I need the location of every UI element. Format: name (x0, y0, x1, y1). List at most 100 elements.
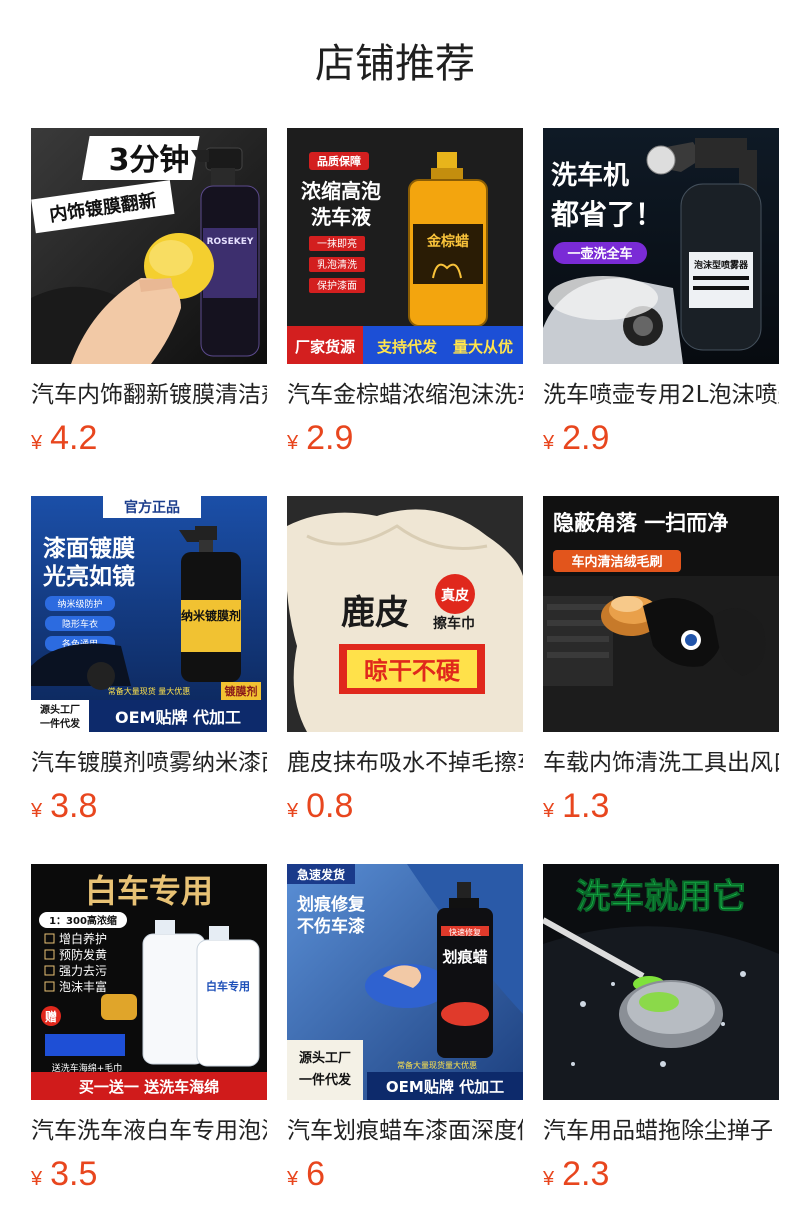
product-name[interactable]: 汽车金棕蜡浓缩泡沫洗车液 (287, 378, 523, 412)
svg-text:强力去污: 强力去污 (59, 964, 107, 978)
currency-symbol: ¥ (287, 800, 299, 822)
product-price: ¥6 (287, 1154, 523, 1194)
currency-symbol: ¥ (31, 432, 43, 454)
product-image[interactable]: 洗车就用它 (543, 864, 779, 1100)
svg-text:隐蔽角落 一扫而净: 隐蔽角落 一扫而净 (553, 511, 728, 535)
svg-text:晾干不硬: 晾干不硬 (364, 657, 461, 685)
product-price: ¥2.9 (287, 418, 523, 458)
page-title: 店铺推荐 (315, 41, 475, 87)
product-image[interactable]: 急速发货 划痕修复 不伤车漆 快速修复 划痕蜡 常备大量现货量大优惠 源头工厂 … (287, 864, 523, 1100)
product-name[interactable]: 鹿皮抹布吸水不掉毛擦车巾 (287, 746, 523, 780)
product-grid: 3分钟 内饰镀膜翻新 ROSEKEY 汽车内饰翻新镀膜清洁剂 ¥4.2 品质保障… (31, 128, 779, 1232)
svg-text:镀膜剂: 镀膜剂 (225, 684, 258, 698)
svg-text:光亮如镜: 光亮如镜 (42, 563, 135, 590)
product-name[interactable]: 汽车镀膜剂喷雾纳米漆面 (31, 746, 267, 780)
svg-text:都省了！: 都省了！ (550, 198, 663, 231)
svg-text:洗车就用它: 洗车就用它 (576, 877, 746, 917)
currency-symbol: ¥ (287, 1168, 299, 1190)
product-card[interactable]: 白车专用 1：300高浓缩 增白养护 预防发黄 强力去污 泡沫丰富 赠 送洗车海… (31, 864, 267, 1232)
price-value: 0.8 (306, 787, 354, 825)
price-value: 6 (306, 1155, 326, 1193)
svg-text:厂家货源: 厂家货源 (295, 338, 355, 356)
svg-text:洗车机: 洗车机 (551, 160, 629, 191)
price-value: 3.5 (50, 1155, 98, 1193)
svg-text:金棕蜡: 金棕蜡 (426, 233, 469, 250)
svg-text:ROSEKEY: ROSEKEY (207, 237, 254, 247)
price-value: 1.3 (562, 787, 610, 825)
product-image[interactable]: 官方正品 漆面镀膜 光亮如镜 纳米级防护 隐形车衣 各色通用 纳米镀膜剂 镀膜剂 (31, 496, 267, 732)
svg-text:真皮: 真皮 (441, 587, 469, 604)
product-name[interactable]: 汽车用品蜡拖除尘掸子 (543, 1114, 779, 1148)
product-card[interactable]: 洗车就用它 汽车用品蜡拖除尘掸子 ¥2.3 (543, 864, 779, 1232)
product-image[interactable]: 品质保障 浓缩高泡 洗车液 一抹即亮 乳泡清洗 保护漆面 金棕蜡 厂家货源 支持… (287, 128, 523, 364)
svg-text:一件代发: 一件代发 (299, 1072, 352, 1088)
svg-text:源头工厂: 源头工厂 (40, 703, 80, 716)
svg-text:车内清洁绒毛刷: 车内清洁绒毛刷 (571, 554, 662, 570)
svg-text:纳米镀膜剂: 纳米镀膜剂 (181, 608, 241, 623)
svg-text:增白养护: 增白养护 (59, 931, 107, 946)
svg-text:划痕修复: 划痕修复 (297, 894, 366, 915)
product-name[interactable]: 车载内饰清洗工具出风口刷 (543, 746, 779, 780)
svg-text:OEM贴牌 代加工: OEM贴牌 代加工 (115, 708, 241, 727)
svg-text:一壶洗全车: 一壶洗全车 (567, 246, 632, 262)
product-price: ¥2.9 (543, 418, 779, 458)
product-price: ¥1.3 (543, 786, 779, 826)
product-card[interactable]: 3分钟 内饰镀膜翻新 ROSEKEY 汽车内饰翻新镀膜清洁剂 ¥4.2 (31, 128, 267, 496)
product-name[interactable]: 汽车内饰翻新镀膜清洁剂 (31, 378, 267, 412)
svg-text:不伤车漆: 不伤车漆 (297, 916, 365, 937)
svg-text:漆面镀膜: 漆面镀膜 (43, 535, 135, 562)
svg-text:预防发黄: 预防发黄 (59, 947, 107, 962)
svg-text:官方正品: 官方正品 (124, 499, 180, 516)
product-image[interactable]: 隐蔽角落 一扫而净 车内清洁绒毛刷 (543, 496, 779, 732)
product-name[interactable]: 汽车划痕蜡车漆面深度修复 (287, 1114, 523, 1148)
svg-text:擦车巾: 擦车巾 (433, 615, 475, 632)
svg-text:品质保障: 品质保障 (317, 154, 361, 168)
price-value: 3.8 (50, 787, 98, 825)
svg-text:急速发货: 急速发货 (297, 867, 345, 882)
product-card[interactable]: 鹿皮 真皮 擦车巾 晾干不硬 鹿皮抹布吸水不掉毛擦车巾 ¥0.8 (287, 496, 523, 864)
svg-text:量大从优: 量大从优 (453, 338, 513, 356)
svg-text:纳米级防护: 纳米级防护 (57, 598, 102, 610)
currency-symbol: ¥ (543, 1168, 555, 1190)
svg-text:源头工厂: 源头工厂 (299, 1050, 351, 1066)
product-image[interactable]: 洗车机 都省了！ 一壶洗全车 泡沫型喷雾器 (543, 128, 779, 364)
product-price: ¥4.2 (31, 418, 267, 458)
product-card[interactable]: 官方正品 漆面镀膜 光亮如镜 纳米级防护 隐形车衣 各色通用 纳米镀膜剂 镀膜剂 (31, 496, 267, 864)
svg-text:赠: 赠 (45, 1009, 57, 1024)
product-card[interactable]: 洗车机 都省了！ 一壶洗全车 泡沫型喷雾器 洗车喷壶专用2L泡沫喷壶 ¥ 2.9 (543, 128, 779, 496)
svg-text:乳泡清洗: 乳泡清洗 (317, 258, 357, 271)
svg-text:泡沫型喷雾器: 泡沫型喷雾器 (694, 259, 749, 271)
svg-text:洗车液: 洗车液 (311, 205, 372, 229)
currency-symbol: ¥ (31, 800, 43, 822)
product-image[interactable]: 白车专用 1：300高浓缩 增白养护 预防发黄 强力去污 泡沫丰富 赠 送洗车海… (31, 864, 267, 1100)
svg-text:鹿皮: 鹿皮 (341, 593, 409, 633)
svg-text:OEM贴牌 代加工: OEM贴牌 代加工 (386, 1078, 504, 1096)
product-card[interactable]: 急速发货 划痕修复 不伤车漆 快速修复 划痕蜡 常备大量现货量大优惠 源头工厂 … (287, 864, 523, 1232)
svg-text:一抹即亮: 一抹即亮 (317, 237, 357, 250)
price-value: 4.2 (50, 419, 98, 457)
svg-text:支持代发: 支持代发 (376, 338, 438, 356)
product-image[interactable]: 鹿皮 真皮 擦车巾 晾干不硬 (287, 496, 523, 732)
svg-text:泡沫丰富: 泡沫丰富 (59, 979, 107, 994)
product-card[interactable]: 隐蔽角落 一扫而净 车内清洁绒毛刷 车载内饰清洗工具出风口刷 ¥1.3 (543, 496, 779, 864)
svg-text:常备大量现货量大优惠: 常备大量现货量大优惠 (397, 1060, 477, 1070)
svg-text:隐形车衣: 隐形车衣 (62, 618, 98, 630)
price-value: 2.3 (562, 1155, 610, 1193)
currency-symbol: ¥ (31, 1168, 43, 1190)
image-title: 3分钟 (109, 143, 190, 178)
product-card[interactable]: 品质保障 浓缩高泡 洗车液 一抹即亮 乳泡清洗 保护漆面 金棕蜡 厂家货源 支持… (287, 128, 523, 496)
svg-text:一件代发: 一件代发 (40, 717, 81, 730)
svg-text:划痕蜡: 划痕蜡 (442, 948, 487, 966)
product-name[interactable]: 洗车喷壶专用2L泡沫喷壶 (543, 378, 779, 412)
price-value: 2.9 (306, 419, 354, 457)
product-price: ¥0.8 (287, 786, 523, 826)
currency-symbol: ¥ (543, 432, 555, 454)
product-image[interactable]: 3分钟 内饰镀膜翻新 ROSEKEY (31, 128, 267, 364)
product-price: ¥3.8 (31, 786, 267, 826)
currency-symbol: ¥ (543, 800, 555, 822)
price-value: 2.9 (562, 419, 610, 457)
product-price: ¥3.5 (31, 1154, 267, 1194)
product-name[interactable]: 汽车洗车液白车专用泡沫 (31, 1114, 267, 1148)
svg-text:1：300高浓缩: 1：300高浓缩 (49, 914, 117, 927)
svg-text:常备大量现货 量大优惠: 常备大量现货 量大优惠 (108, 686, 191, 696)
